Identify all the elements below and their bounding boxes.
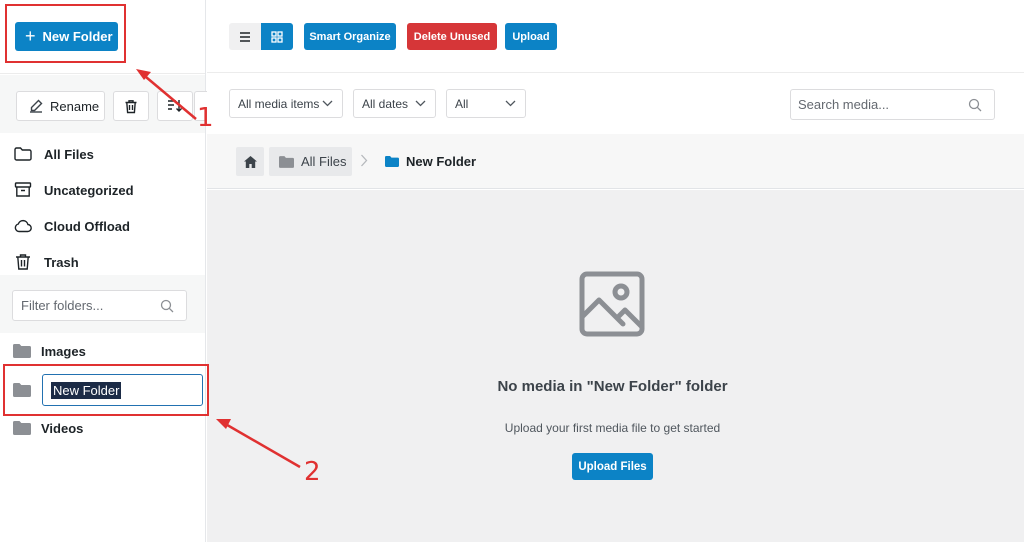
annotation-arrows (136, 69, 301, 469)
annotation-number-2: 2 (304, 457, 321, 487)
annotation-number-1: 1 (197, 103, 214, 133)
media-library-app: + New Folder Rename All Files Uncategori… (0, 0, 1024, 542)
